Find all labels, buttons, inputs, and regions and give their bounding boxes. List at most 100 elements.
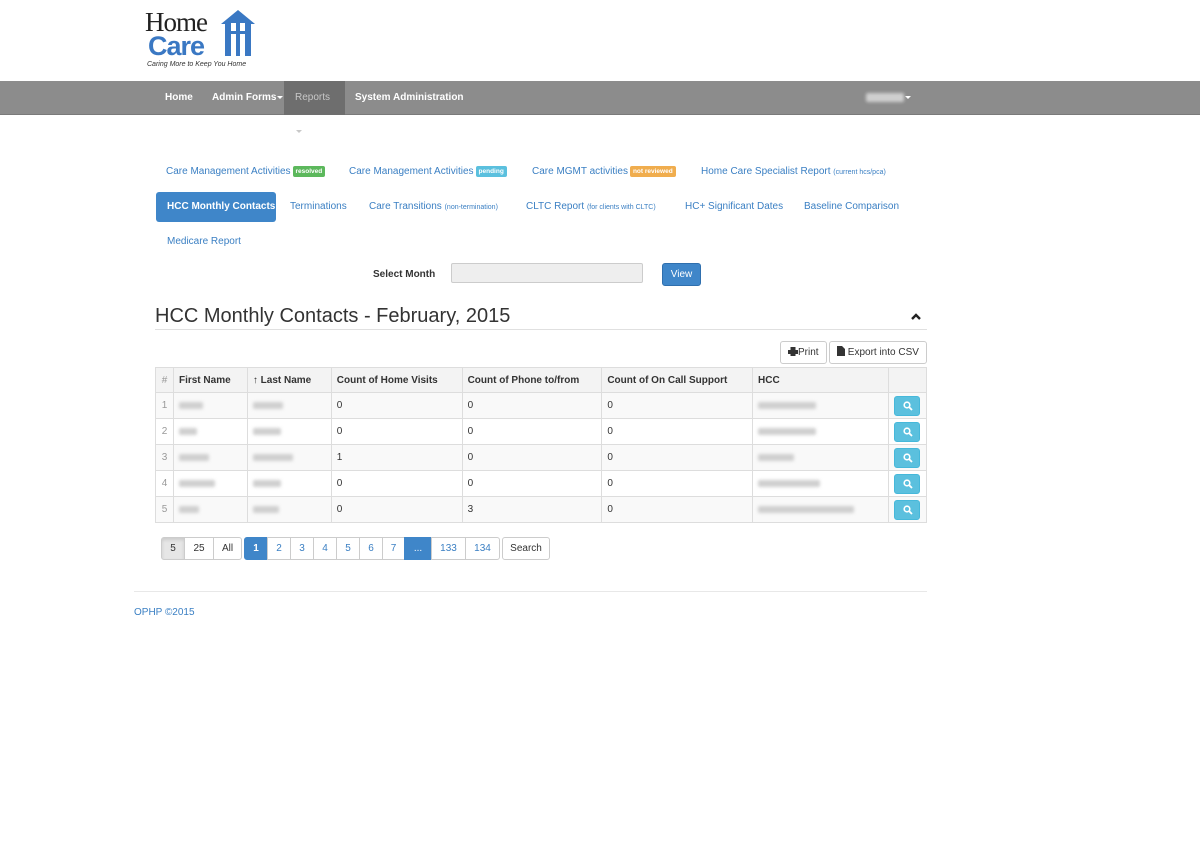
export-csv-button[interactable]: Export into CSV — [829, 341, 927, 364]
search-icon — [903, 504, 914, 515]
tab-cltc-report[interactable]: CLTC Report (for clients with CLTC) — [515, 192, 667, 222]
user-name-redacted — [866, 92, 904, 102]
last-name-cell — [246, 444, 332, 471]
tab-care-management-resolved[interactable]: Care Management Activities resolved — [155, 157, 336, 187]
printer-icon — [788, 347, 798, 356]
col-header-index[interactable]: # — [155, 367, 174, 393]
house-icon — [221, 10, 255, 56]
page-7[interactable]: 7 — [382, 537, 405, 560]
table-header-row: # First Name ↑ Last Name Count of Home V… — [155, 367, 928, 393]
phone-cell: 0 — [461, 470, 603, 497]
col-header-on-call[interactable]: Count of On Call Support — [601, 367, 754, 393]
nav-system-administration[interactable]: System Administration — [344, 81, 475, 115]
actions-cell — [887, 392, 928, 419]
table-row: 3 1 0 0 — [155, 444, 928, 471]
tab-care-transitions[interactable]: Care Transitions (non-termination) — [358, 192, 509, 222]
caret-down-icon — [905, 95, 911, 99]
view-details-button[interactable] — [894, 421, 921, 442]
page-5[interactable]: 5 — [336, 537, 360, 560]
page-size-25[interactable]: 25 — [184, 537, 214, 560]
view-button[interactable]: View — [662, 263, 701, 286]
tab-label: Home Care Specialist Report — [701, 166, 831, 177]
tab-home-care-specialist-report[interactable]: Home Care Specialist Report (current hcs… — [690, 157, 897, 187]
table-row: 5 0 3 0 — [155, 496, 928, 523]
divider — [155, 329, 927, 330]
page-4[interactable]: 4 — [313, 537, 337, 560]
first-name-cell — [172, 392, 248, 419]
tab-label: HC+ Significant Dates — [685, 201, 784, 212]
caret-down-icon — [277, 95, 284, 99]
page-1[interactable]: 1 — [244, 537, 268, 560]
export-label: Export into CSV — [847, 347, 919, 358]
actions-cell — [887, 418, 928, 445]
tab-terminations[interactable]: Terminations — [279, 192, 358, 222]
tab-care-management-pending[interactable]: Care Management Activities pending — [338, 157, 518, 187]
search-icon — [903, 478, 914, 489]
contacts-table: # First Name ↑ Last Name Count of Home V… — [155, 367, 928, 523]
phone-cell: 3 — [461, 496, 603, 523]
col-header-last-name[interactable]: ↑ Last Name — [246, 367, 332, 393]
table-row: 2 0 0 0 — [155, 418, 928, 445]
view-details-button[interactable] — [894, 447, 921, 468]
nav-reports-label: Reports — [295, 92, 331, 103]
tab-label: Baseline Comparison — [804, 201, 900, 212]
footer-copyright[interactable]: OPHP ©2015 — [134, 607, 195, 618]
tab-hc-significant-dates[interactable]: HC+ Significant Dates — [674, 192, 794, 222]
on-call-cell: 0 — [601, 444, 754, 471]
col-header-home-visits[interactable]: Count of Home Visits — [330, 367, 463, 393]
page-6[interactable]: 6 — [359, 537, 383, 560]
chevron-up-icon[interactable] — [910, 312, 922, 322]
page-size-5[interactable]: 5 — [161, 537, 185, 560]
view-details-button[interactable] — [894, 395, 921, 416]
last-name-cell — [246, 418, 332, 445]
col-header-hcc[interactable]: HCC — [752, 367, 889, 393]
tab-label: HCC Monthly Contacts — [167, 201, 276, 212]
tab-label: Care MGMT activities — [532, 166, 628, 177]
search-icon — [903, 400, 914, 411]
hcc-cell — [752, 392, 889, 419]
print-button[interactable]: Print — [780, 341, 827, 364]
hcc-cell — [752, 444, 889, 471]
phone-cell: 0 — [461, 418, 603, 445]
page-ellipsis[interactable]: ... — [404, 537, 432, 560]
view-details-button[interactable] — [894, 473, 921, 494]
search-button[interactable]: Search — [502, 537, 550, 560]
page-size-all[interactable]: All — [213, 537, 242, 560]
user-menu[interactable] — [860, 81, 917, 115]
page-2[interactable]: 2 — [267, 537, 291, 560]
nav-home[interactable]: Home — [154, 81, 204, 115]
tab-hcc-monthly-contacts[interactable]: HCC Monthly Contacts — [156, 192, 276, 222]
nav-admin-forms[interactable]: Admin Forms — [201, 81, 294, 115]
tab-label: Medicare Report — [167, 236, 241, 247]
table-row: 1 0 0 0 — [155, 392, 928, 419]
nav-admin-forms-label: Admin Forms — [212, 92, 277, 103]
print-label: Print — [798, 347, 819, 358]
file-icon — [837, 346, 845, 356]
row-index: 3 — [155, 444, 174, 471]
status-badge: resolved — [292, 165, 326, 177]
tab-care-mgmt-not-reviewed[interactable]: Care MGMT activities not reviewed — [521, 157, 687, 187]
last-name-cell — [246, 392, 332, 419]
tab-note: (current hcs/pca) — [833, 169, 886, 176]
tab-baseline-comparison[interactable]: Baseline Comparison — [793, 192, 910, 222]
month-input[interactable] — [451, 263, 643, 283]
col-header-phone[interactable]: Count of Phone to/from — [461, 367, 603, 393]
page-3[interactable]: 3 — [290, 537, 314, 560]
logo-tagline: Caring More to Keep You Home — [147, 61, 247, 68]
home-visits-cell: 0 — [330, 496, 463, 523]
phone-cell: 0 — [461, 392, 603, 419]
nav-reports[interactable]: Reports — [284, 81, 345, 133]
col-header-first-name[interactable]: First Name — [172, 367, 248, 393]
view-details-button[interactable] — [894, 499, 921, 520]
home-visits-cell: 1 — [330, 444, 463, 471]
tab-label: Care Management Activities — [166, 166, 291, 177]
status-badge: not reviewed — [629, 165, 676, 177]
top-navbar: Home Admin Forms Reports System Administ… — [0, 81, 1200, 133]
hcc-cell — [752, 418, 889, 445]
page-134[interactable]: 134 — [465, 537, 500, 560]
page-133[interactable]: 133 — [431, 537, 466, 560]
last-name-cell — [246, 470, 332, 497]
tab-medicare-report[interactable]: Medicare Report — [156, 227, 252, 257]
on-call-cell: 0 — [601, 392, 754, 419]
divider — [134, 591, 927, 592]
